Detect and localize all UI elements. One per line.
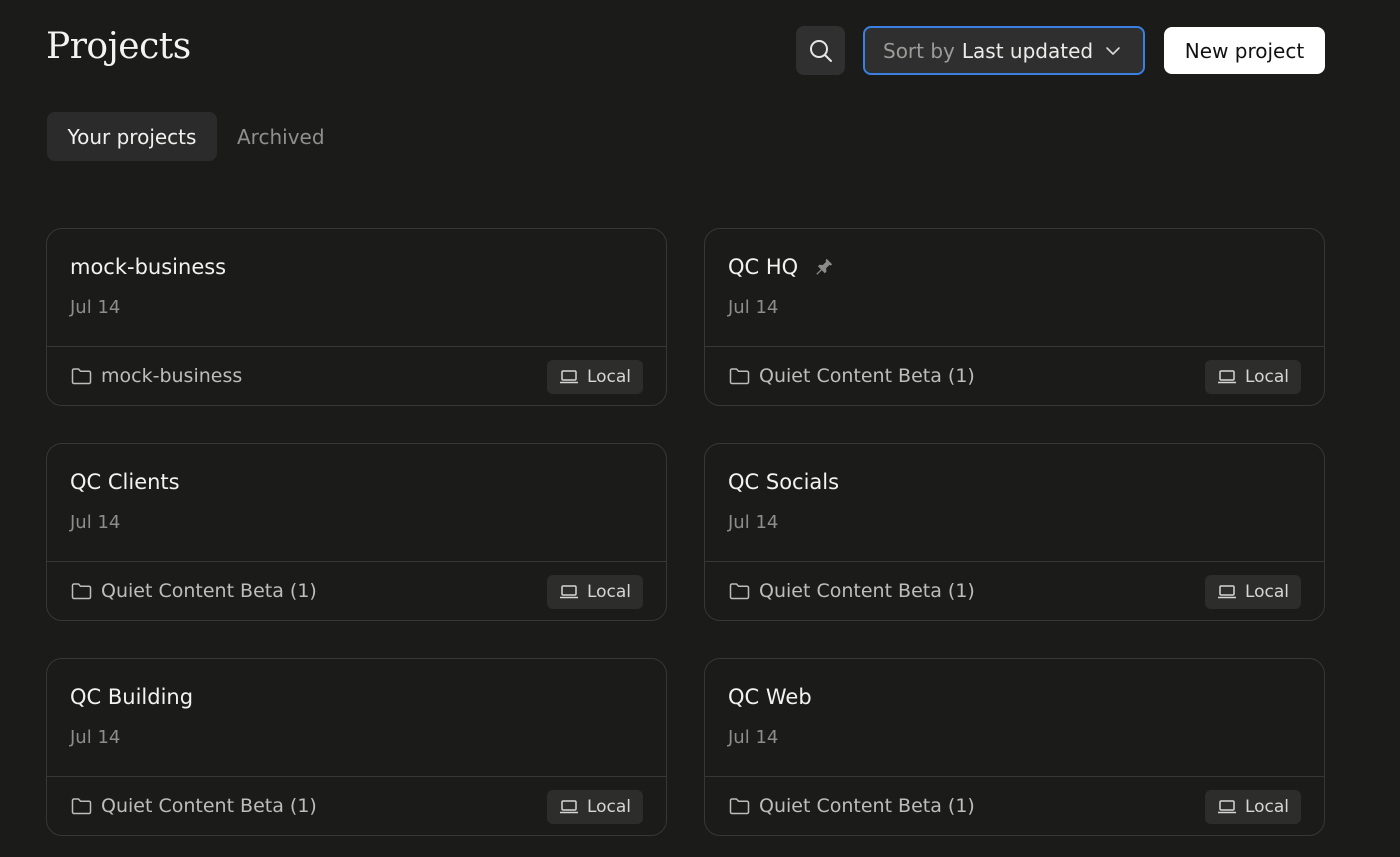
project-folder: Quiet Content Beta (1) [71, 795, 317, 817]
location-badge: Local [546, 790, 643, 824]
project-folder-name: Quiet Content Beta (1) [759, 795, 975, 817]
new-project-button[interactable]: New project [1164, 27, 1325, 74]
project-date: Jul 14 [728, 512, 779, 533]
project-card-header: QC Web Jul 14 [705, 659, 1324, 777]
project-card[interactable]: QC Socials Jul 14 Quiet Content Beta (1)… [704, 443, 1325, 621]
sort-prefix-label: Sort by [883, 38, 955, 63]
project-folder-name: Quiet Content Beta (1) [759, 365, 975, 387]
project-date: Jul 14 [70, 512, 121, 533]
project-date: Jul 14 [70, 297, 121, 318]
project-card[interactable]: QC Web Jul 14 Quiet Content Beta (1) Loc… [704, 658, 1325, 836]
location-label: Local [586, 797, 631, 817]
project-card[interactable]: QC HQ Jul 14 Quiet Content Beta (1) Loca… [704, 228, 1325, 406]
location-badge: Local [546, 575, 643, 609]
search-icon [809, 39, 832, 62]
project-folder: Quiet Content Beta (1) [729, 580, 975, 602]
laptop-icon [1217, 800, 1236, 814]
project-card-header: mock-business Jul 14 [47, 229, 666, 347]
pin-icon [814, 257, 834, 277]
location-badge: Local [1204, 790, 1301, 824]
laptop-icon [559, 585, 578, 599]
project-date: Jul 14 [728, 297, 779, 318]
project-name-row: mock-business [70, 255, 226, 279]
project-name-row: QC Clients [70, 470, 180, 494]
location-label: Local [586, 367, 631, 387]
project-card-header: QC HQ Jul 14 [705, 229, 1324, 347]
location-label: Local [1244, 582, 1289, 602]
project-card-header: QC Building Jul 14 [47, 659, 666, 777]
project-folder: Quiet Content Beta (1) [71, 580, 317, 602]
location-label: Local [586, 582, 631, 602]
folder-icon [71, 368, 92, 385]
project-name: QC Building [70, 685, 194, 709]
location-badge: Local [1204, 575, 1301, 609]
project-name: QC Socials [728, 470, 840, 494]
location-badge: Local [546, 360, 643, 394]
project-folder: Quiet Content Beta (1) [729, 365, 975, 387]
location-badge: Local [1204, 360, 1301, 394]
folder-icon [729, 798, 750, 815]
project-folder-name: Quiet Content Beta (1) [101, 580, 317, 602]
project-card[interactable]: QC Clients Jul 14 Quiet Content Beta (1)… [46, 443, 667, 621]
folder-icon [729, 583, 750, 600]
project-card[interactable]: QC Building Jul 14 Quiet Content Beta (1… [46, 658, 667, 836]
tab-archived[interactable]: Archived [237, 112, 325, 161]
project-name: QC Web [728, 685, 812, 709]
location-label: Local [1244, 367, 1289, 387]
project-folder-name: Quiet Content Beta (1) [759, 580, 975, 602]
project-name: QC Clients [70, 470, 180, 494]
project-name-row: QC Building [70, 685, 193, 709]
laptop-icon [559, 800, 578, 814]
page-title: Projects [46, 26, 191, 67]
folder-icon [71, 798, 92, 815]
tab-your-projects[interactable]: Your projects [47, 112, 217, 161]
project-card[interactable]: mock-business Jul 14 mock-business Local [46, 228, 667, 406]
project-name-row: QC HQ [728, 255, 834, 279]
project-date: Jul 14 [70, 727, 121, 748]
project-folder: mock-business [71, 365, 242, 387]
sort-dropdown[interactable]: Sort by Last updated [863, 26, 1145, 75]
projects-page: Projects Sort by Last updated New projec… [0, 0, 1400, 857]
sort-value: Last updated [961, 38, 1094, 63]
project-date: Jul 14 [728, 727, 779, 748]
folder-icon [71, 583, 92, 600]
laptop-icon [1217, 585, 1236, 599]
project-folder-name: Quiet Content Beta (1) [101, 795, 317, 817]
project-folder-name: mock-business [101, 365, 243, 387]
chevron-down-icon [1104, 42, 1122, 60]
laptop-icon [1217, 370, 1236, 384]
project-name-row: QC Socials [728, 470, 839, 494]
project-card-header: QC Socials Jul 14 [705, 444, 1324, 562]
search-button[interactable] [796, 26, 845, 75]
folder-icon [729, 368, 750, 385]
project-name: mock-business [70, 255, 227, 279]
laptop-icon [559, 370, 578, 384]
project-card-header: QC Clients Jul 14 [47, 444, 666, 562]
location-label: Local [1244, 797, 1289, 817]
project-name: QC HQ [728, 255, 799, 279]
project-folder: Quiet Content Beta (1) [729, 795, 975, 817]
project-name-row: QC Web [728, 685, 812, 709]
